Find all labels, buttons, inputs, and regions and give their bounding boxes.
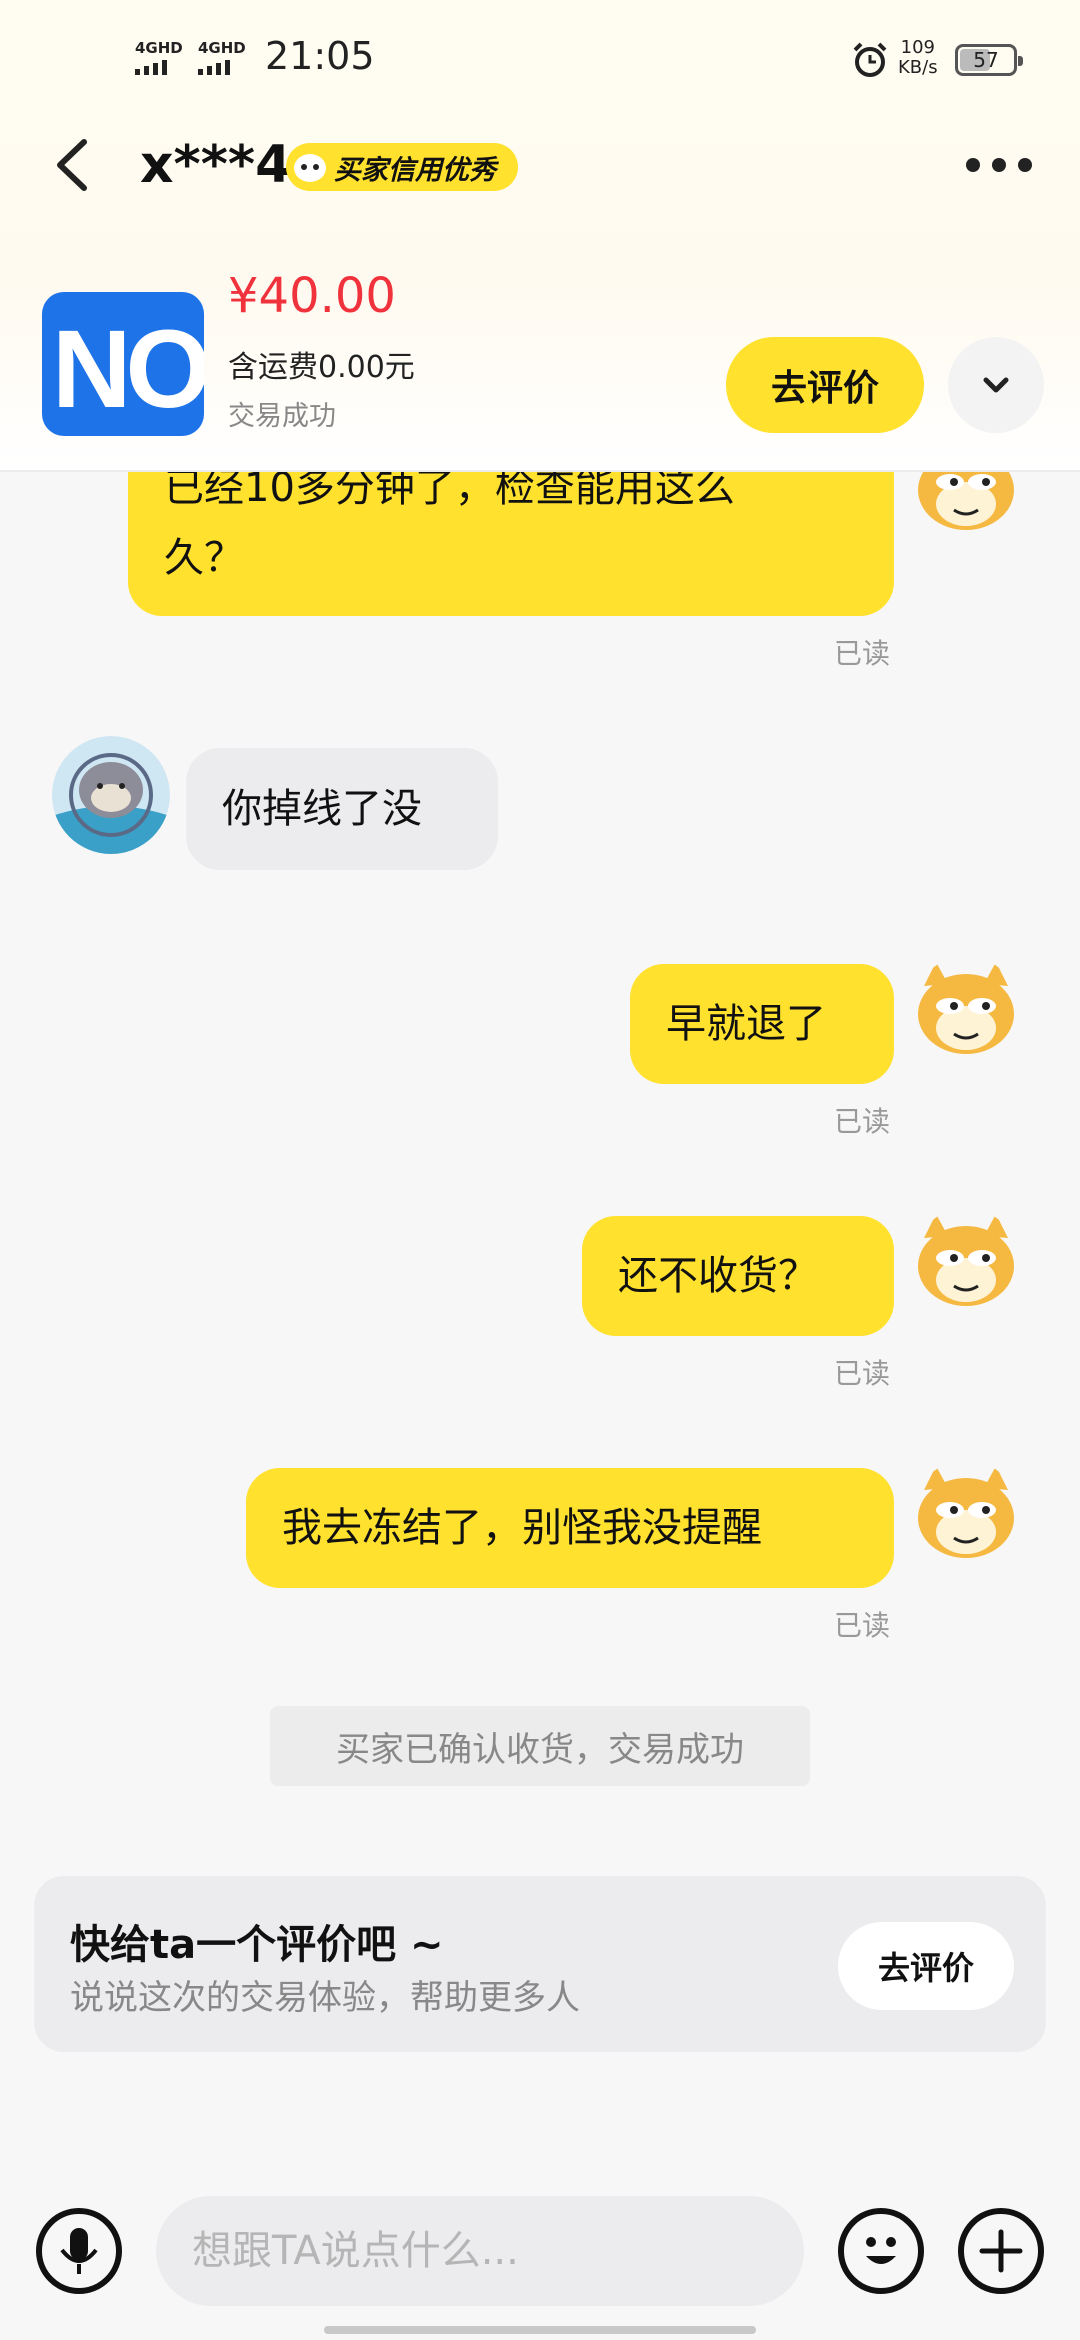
fish-mascot-icon xyxy=(294,154,326,182)
speed-unit: KB/s xyxy=(898,57,938,78)
home-indicator[interactable] xyxy=(324,2326,756,2334)
my-avatar-doge[interactable] xyxy=(914,1460,1018,1564)
more-options-icon[interactable] xyxy=(966,150,1038,180)
my-avatar-doge[interactable] xyxy=(914,1208,1018,1312)
clock: 21:05 xyxy=(265,34,375,78)
product-thumbnail-text: NO xyxy=(52,308,204,431)
network-speed: 109 KB/s xyxy=(898,38,938,78)
microphone-icon xyxy=(60,2228,98,2274)
review-button[interactable]: 去评价 xyxy=(726,337,924,433)
message-text: 还不收货？ xyxy=(618,1253,818,1299)
system-notice: 买家已确认收货，交易成功 xyxy=(270,1706,810,1786)
speed-value: 109 xyxy=(900,37,935,58)
read-receipt: 已读 xyxy=(834,637,891,670)
product-thumbnail[interactable]: NO xyxy=(42,292,204,436)
read-receipt: 已读 xyxy=(834,1609,891,1642)
battery-icon: 57 xyxy=(955,44,1023,76)
contact-name[interactable]: x***4 xyxy=(140,130,291,200)
status-bar: 4GHD 4GHD 21:05 109 KB/s 57 xyxy=(0,0,1080,120)
read-receipt: 已读 xyxy=(834,1357,891,1390)
review-prompt-title: 快给ta一个评价吧 ~ xyxy=(70,1922,444,1968)
message-bubble-sent[interactable]: 早就退了 xyxy=(630,964,894,1084)
message-bubble-sent[interactable]: 我去冻结了，别怪我没提醒 xyxy=(246,1468,894,1588)
chat-screen: 4GHD 4GHD 21:05 109 KB/s 57 x***4 买家信用优秀… xyxy=(0,0,1080,2340)
message-text: 早就退了 xyxy=(666,1001,826,1047)
emoji-button[interactable] xyxy=(838,2208,924,2294)
signal-icon-1: 4GHD xyxy=(135,40,183,75)
review-prompt-subtitle: 说说这次的交易体验，帮助更多人 xyxy=(70,1978,580,2018)
chevron-down-icon xyxy=(983,377,1009,393)
my-avatar-doge[interactable] xyxy=(914,472,1018,536)
message-bubble-received[interactable]: 你掉线了没 xyxy=(186,748,498,870)
message-bubble-sent[interactable]: 已经10多分钟了，检查能用这么 久？ xyxy=(128,472,894,616)
voice-button[interactable] xyxy=(36,2208,122,2294)
message-bubble-sent[interactable]: 还不收货？ xyxy=(582,1216,894,1336)
read-receipt: 已读 xyxy=(834,1105,891,1138)
my-avatar-doge[interactable] xyxy=(914,956,1018,1060)
emoji-icon xyxy=(866,2237,896,2264)
product-price: ¥40.00 xyxy=(228,268,396,324)
message-input[interactable] xyxy=(156,2196,804,2306)
shipping-fee: 含运费0.00元 xyxy=(228,350,415,385)
input-bar xyxy=(0,2180,1080,2340)
signal-label-2: 4GHD xyxy=(198,39,246,57)
signal-icon-2: 4GHD xyxy=(198,40,246,75)
message-text: 我去冻结了，别怪我没提醒 xyxy=(282,1505,762,1551)
credit-badge-label: 买家信用优秀 xyxy=(334,154,496,186)
credit-badge[interactable]: 买家信用优秀 xyxy=(286,143,518,191)
review-prompt-card: 快给ta一个评价吧 ~ 说说这次的交易体验，帮助更多人 去评价 xyxy=(34,1876,1046,2052)
plus-icon xyxy=(979,2229,1023,2273)
message-text: 久？ xyxy=(164,535,244,581)
more-actions-button[interactable] xyxy=(958,2208,1044,2294)
contact-avatar[interactable] xyxy=(52,736,170,854)
back-arrow-icon[interactable] xyxy=(40,130,100,200)
expand-button[interactable] xyxy=(948,337,1044,433)
message-text: 你掉线了没 xyxy=(222,786,422,832)
message-text: 已经10多分钟了，检查能用这么 xyxy=(164,472,735,511)
signal-label-1: 4GHD xyxy=(135,39,183,57)
trade-status: 交易成功 xyxy=(228,401,336,432)
review-card-button[interactable]: 去评价 xyxy=(838,1922,1014,2010)
battery-level: 57 xyxy=(973,48,999,72)
alarm-icon xyxy=(853,42,887,77)
